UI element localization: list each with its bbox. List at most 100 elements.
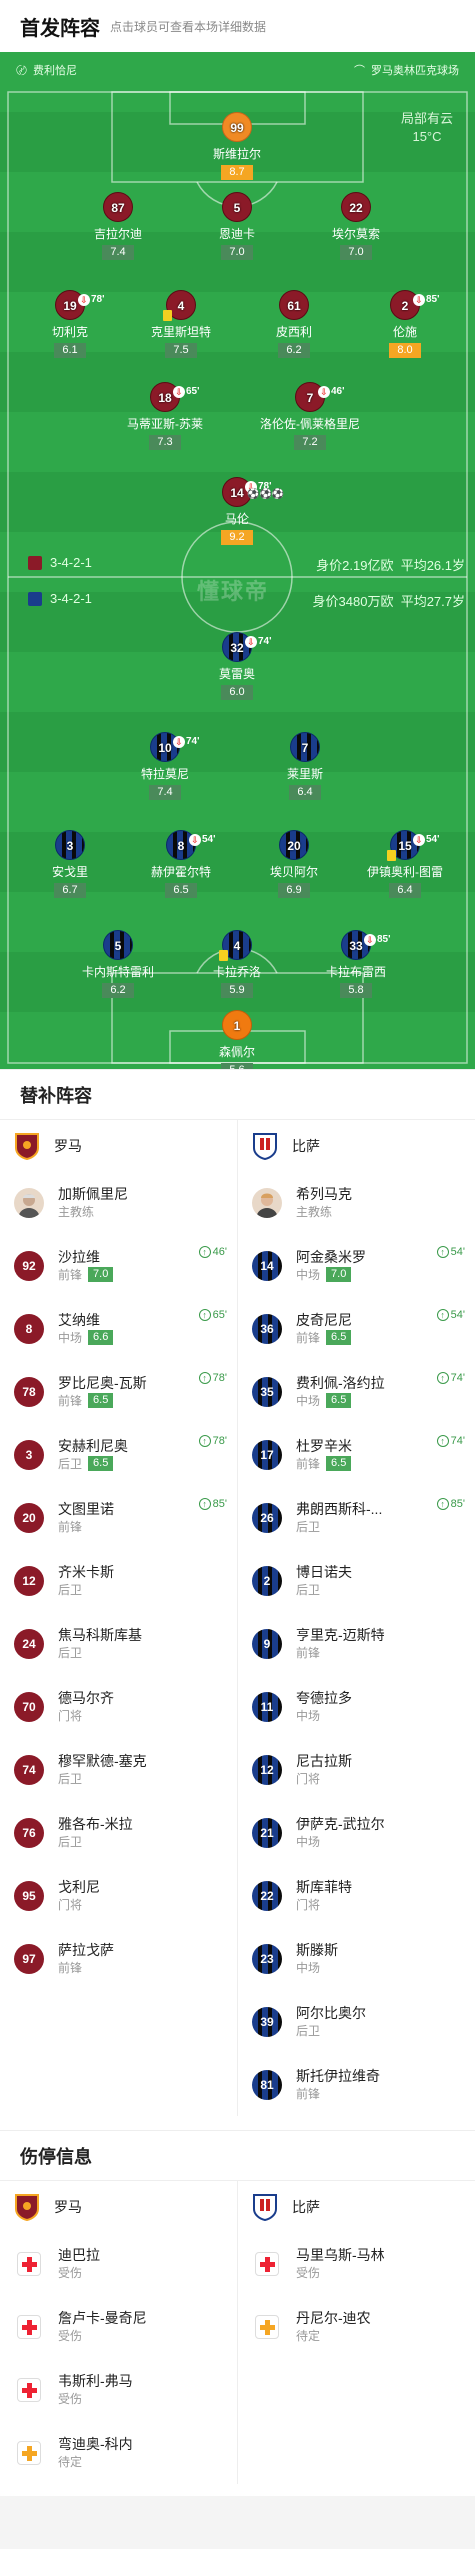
jersey-icon: 9 — [252, 1628, 282, 1659]
injury-row[interactable]: 弯迪奥-科内 待定 — [0, 2421, 237, 2484]
sub-player-row[interactable]: 97 萨拉戈萨 前锋 — [0, 1927, 237, 1990]
roma-player[interactable]: 14 ⇩ 78' ⚽⚽⚽ 马伦 9.2 — [172, 477, 302, 545]
injury-row[interactable]: 迪巴拉 受伤 — [0, 2232, 237, 2295]
sub-player-row[interactable]: 22 斯库菲特 门将 — [238, 1864, 475, 1927]
sub-in-icon: ↑ — [198, 1246, 211, 1258]
sub-player-row[interactable]: 12 尼古拉斯 门将 — [238, 1738, 475, 1801]
sub-out-indicator: ⇩ 74' — [173, 727, 200, 757]
sub-player-row[interactable]: 78 罗比尼奥-瓦斯 前锋 6.5 ↑ 78' — [0, 1360, 237, 1423]
injuries-home-team[interactable]: 罗马 — [0, 2180, 237, 2232]
injury-row[interactable]: 丹尼尔-迪农 待定 — [238, 2295, 475, 2358]
sub-out-icon: ⇩ — [173, 736, 185, 748]
jersey-icon: 4 — [219, 930, 252, 961]
sub-player-row[interactable]: 76 雅各布-米拉 后卫 — [0, 1801, 237, 1864]
medical-cross-icon — [255, 2251, 279, 2276]
sub-player-row[interactable]: 17 杜罗辛米 前锋 6.5 ↑ 74' — [238, 1423, 475, 1486]
player-name: 阿尔比奥尔 — [296, 2004, 366, 2021]
roma-player[interactable]: 5 恩迪卡 7.0 — [172, 192, 302, 260]
sub-player-row[interactable]: 81 斯托伊拉维奇 前锋 — [238, 2053, 475, 2116]
referee-info: 〄费利恰尼 — [16, 62, 77, 78]
sub-player-row[interactable]: 21 伊萨克-武拉尔 中场 — [238, 1801, 475, 1864]
pisa-player[interactable]: 15 ⇩ 54' 伊镇奥利-图雷 6.4 — [340, 830, 470, 898]
pisa-player[interactable]: 33 ⇩ 85' 卡拉布雷西 5.8 — [291, 930, 421, 998]
player-rating: 8.7 — [221, 165, 253, 180]
injury-row[interactable]: 韦斯利-弗马 受伤 — [0, 2358, 237, 2421]
roma-player[interactable]: 22 埃尔莫索 7.0 — [291, 192, 421, 260]
player-name: 杜罗辛米 — [296, 1437, 352, 1454]
pisa-player[interactable]: 32 ⇩ 74' 莫雷奥 6.0 — [172, 632, 302, 700]
player-name: 斯托伊拉维奇 — [296, 2067, 380, 2084]
jersey-icon: 2 — [252, 1565, 282, 1596]
injuries-away-team[interactable]: 比萨 — [238, 2180, 475, 2232]
player-number: 7 — [306, 391, 314, 405]
player-name: 亨里克-迈斯特 — [296, 1626, 385, 1643]
pisa-player[interactable]: 4 卡拉乔洛 5.9 — [172, 930, 302, 998]
pisa-player[interactable]: 1森佩尔5.6 — [172, 1010, 302, 1069]
pisa-player[interactable]: 7 莱里斯 6.4 — [240, 732, 370, 800]
sub-player-row[interactable]: 74 穆罕默德-塞克 后卫 — [0, 1738, 237, 1801]
sub-player-row[interactable]: 8 艾纳维 中场 6.6 ↑ 65' — [0, 1297, 237, 1360]
roma-player[interactable]: 7 ⇩ 46' 洛伦佐-佩莱格里尼 7.2 — [245, 382, 375, 450]
sub-player-row[interactable]: 35 费利佩-洛约拉 中场 6.5 ↑ 74' — [238, 1360, 475, 1423]
player-name: 卡拉布雷西 — [325, 965, 386, 979]
player-rating: 7.0 — [88, 1267, 114, 1282]
away-coach[interactable]: 希列马克 主教练 — [238, 1171, 475, 1234]
sub-player-row[interactable]: 3 安赫利尼奥 后卫 6.5 ↑ 78' — [0, 1423, 237, 1486]
sub-in-icon: ↑ — [198, 1435, 211, 1447]
jersey-icon: 74 — [14, 1754, 44, 1785]
jersey-icon: 76 — [14, 1817, 44, 1848]
sub-player-row[interactable]: 70 德马尔齐 门将 — [0, 1675, 237, 1738]
sub-player-row[interactable]: 95 戈利尼 门将 — [0, 1864, 237, 1927]
sub-player-row[interactable]: 12 齐米卡斯 后卫 — [0, 1549, 237, 1612]
away-meta: 身价3480万欧 平均27.7岁 — [312, 594, 465, 609]
roma-player[interactable]: 2 ⇩ 85' 伦施 8.0 — [340, 290, 470, 358]
player-rating: 7.4 — [102, 245, 134, 260]
sub-player-row[interactable]: 9 亨里克-迈斯特 前锋 — [238, 1612, 475, 1675]
sub-out-indicator: ⇩ 54' — [413, 825, 440, 855]
roma-crest-icon — [15, 2193, 39, 2221]
sub-player-row[interactable]: 39 阿尔比奥尔 后卫 — [238, 1990, 475, 2053]
sub-player-row[interactable]: 23 斯滕斯 中场 — [238, 1927, 475, 1990]
player-name: 艾纳维 — [58, 1311, 100, 1328]
player-number: 4 — [177, 299, 185, 313]
pisa-crest-icon — [253, 1132, 277, 1160]
goal-icon: ⚽⚽⚽ — [247, 489, 285, 500]
injury-row[interactable]: 马里乌斯-马林 受伤 — [238, 2232, 475, 2295]
sub-out-indicator: ⇩ 74' — [245, 627, 272, 657]
player-name: 弯迪奥-科内 — [58, 2435, 133, 2452]
sub-player-row[interactable]: 26 弗朗西斯科-... 后卫 ↑ 85' — [238, 1486, 475, 1549]
sub-player-row[interactable]: 11 夸德拉多 中场 — [238, 1675, 475, 1738]
sub-player-row[interactable]: 36 皮奇尼尼 前锋 6.5 ↑ 54' — [238, 1297, 475, 1360]
player-rating: 6.5 — [326, 1393, 352, 1408]
player-name: 卡内斯特雷利 — [81, 965, 154, 979]
stadium-icon: ⌒ — [354, 65, 365, 77]
roma-player[interactable]: 87 吉拉尔迪 7.4 — [53, 192, 183, 260]
jersey-icon: 36 — [252, 1313, 282, 1344]
player-name: 马蒂亚斯-苏莱 — [127, 417, 203, 431]
sub-player-row[interactable]: 24 焦马科斯库基 后卫 — [0, 1612, 237, 1675]
jersey-icon: 4 — [163, 290, 196, 321]
subs-home-team[interactable]: 罗马 — [0, 1119, 237, 1171]
subs-away-team[interactable]: 比萨 — [238, 1119, 475, 1171]
medical-cross-icon — [17, 2377, 41, 2402]
roma-player[interactable]: 99 斯维拉尔 8.7 — [172, 112, 302, 180]
roma-player[interactable]: 18 ⇩ 65' 马蒂亚斯-苏莱 7.3 — [100, 382, 230, 450]
roma-player[interactable]: 4 克里斯坦特 7.5 — [116, 290, 246, 358]
player-number: 99 — [230, 121, 244, 135]
player-name: 穆罕默德-塞克 — [58, 1752, 147, 1769]
sub-in-icon: ↑ — [198, 1372, 211, 1384]
injury-row[interactable]: 詹卢卡-曼奇尼 受伤 — [0, 2295, 237, 2358]
sub-player-row[interactable]: 2 博日诺夫 后卫 — [238, 1549, 475, 1612]
player-rating: 6.0 — [221, 685, 253, 700]
pisa-player[interactable]: 5 卡内斯特雷利 6.2 — [53, 930, 183, 998]
player-number: 61 — [287, 299, 301, 313]
sub-player-row[interactable]: 14 阿金桑米罗 中场 7.0 ↑ 54' — [238, 1234, 475, 1297]
player-rating: 6.4 — [289, 785, 321, 800]
sub-player-row[interactable]: 92 沙拉维 前锋 7.0 ↑ 46' — [0, 1234, 237, 1297]
player-number: 8 — [177, 839, 185, 853]
jersey-icon: 3 — [55, 830, 85, 860]
pisa-player[interactable]: 10 ⇩ 74' 特拉莫尼 7.4 — [100, 732, 230, 800]
pisa-player[interactable]: 8 ⇩ 54' 赫伊霍尔特 6.5 — [116, 830, 246, 898]
home-coach[interactable]: 加斯佩里尼 主教练 — [0, 1171, 237, 1234]
sub-player-row[interactable]: 20 文图里诺 前锋 ↑ 85' — [0, 1486, 237, 1549]
